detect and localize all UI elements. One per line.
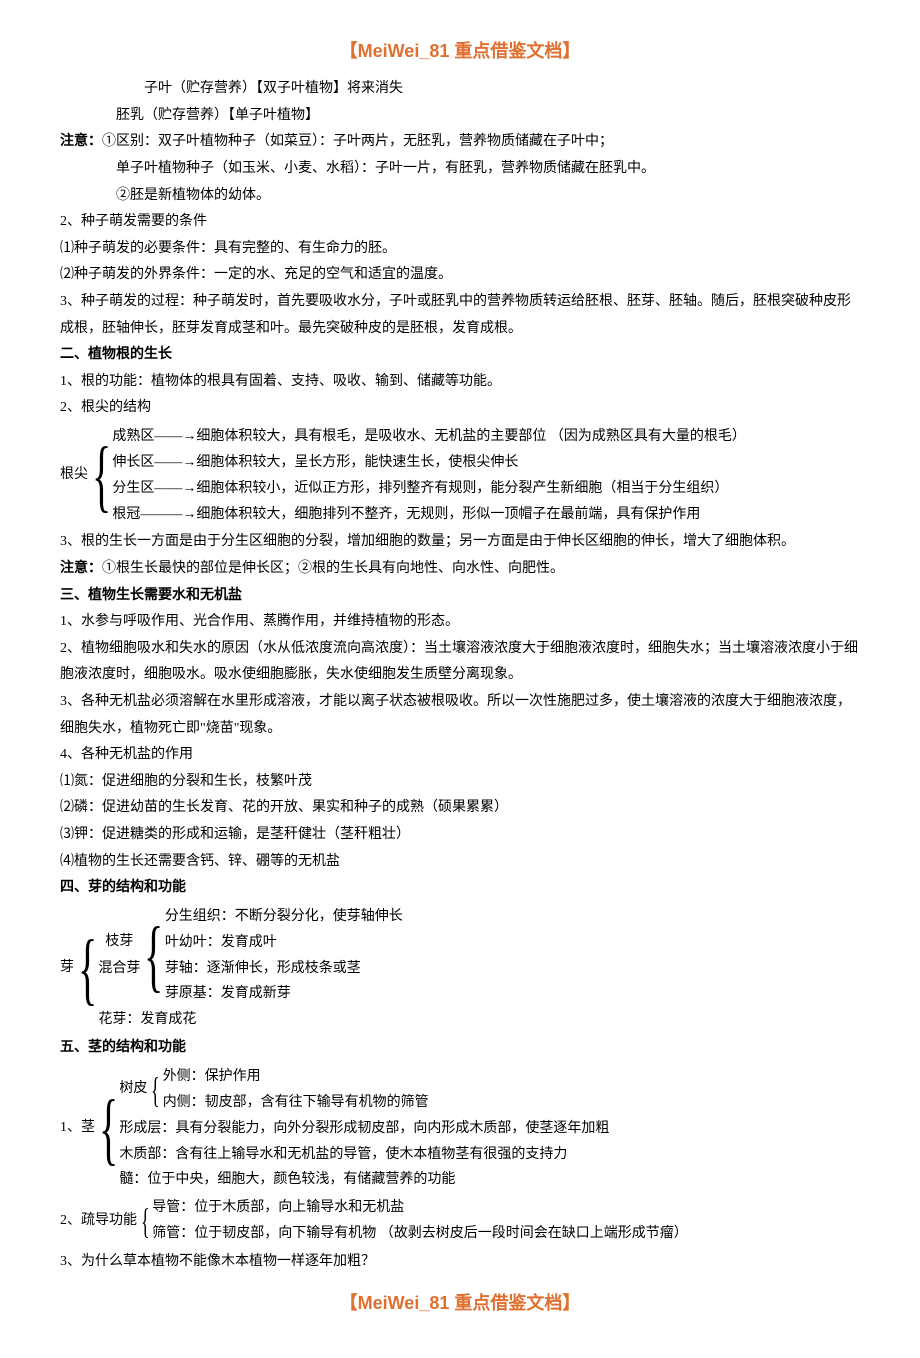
text-line: 外侧：保护作用 [163, 1064, 860, 1090]
text-line: 2、植物细胞吸水和失水的原因（水从低浓度流向高浓度）：当土壤溶液浓度大于细胞液浓… [60, 636, 860, 689]
page-footer: 【MeiWei_81 重点借鉴文档】 [60, 1286, 860, 1320]
text-line: 叶幼叶：发育成叶 [165, 930, 860, 956]
brace-icon: { [78, 904, 97, 1033]
text-line: 4、各种无机盐的作用 [60, 742, 860, 769]
brace-icon: { [141, 1195, 150, 1247]
text-line: ⑷植物的生长还需要含钙、锌、硼等的无机盐 [60, 849, 860, 876]
text-line: 筛管：位于韧皮部，向下输导有机物 （故剥去树皮后一段时间会在缺口上端形成节瘤） [152, 1221, 860, 1247]
section-heading: 四、芽的结构和功能 [60, 875, 860, 902]
text-line: ⑴种子萌发的必要条件：具有完整的、有生命力的胚。 [60, 236, 860, 263]
brace-icon: { [99, 1064, 118, 1193]
section-heading: 二、植物根的生长 [60, 342, 860, 369]
bark-label: 树皮 [119, 1064, 151, 1116]
text-line: 根冠———→细胞体积较大，细胞排列不整齐，无规则，形似一顶帽子在最前端，具有保护… [112, 502, 860, 528]
text-line: 分生区——→细胞体积较小，近似正方形，排列整齐有规则，能分裂产生新细胞（相当于分… [112, 476, 860, 502]
section-heading: 五、茎的结构和功能 [60, 1035, 860, 1062]
text-line: 胚乳（贮存营养）【单子叶植物】 [60, 103, 860, 130]
bud-structure: 芽 { 枝芽 混合芽 { 分生组织：不断分裂分化，使芽轴伸长 叶幼叶：发育成叶 … [60, 904, 860, 1033]
text-line: 3、种子萌发的过程：种子萌发时，首先要吸收水分，子叶或胚乳中的营养物质转运给胚根… [60, 289, 860, 342]
note-line: 注意：①区别：双子叶植物种子（如菜豆）：子叶两片，无胚乳，营养物质储藏在子叶中； [60, 129, 860, 156]
note-line: 注意：①根生长最快的部位是伸长区；②根的生长具有向地性、向水性、向肥性。 [60, 556, 860, 583]
text-line: 3、为什么草本植物不能像木本植物一样逐年加粗？ [60, 1249, 860, 1276]
bud-branch-label: 枝芽 [105, 929, 133, 956]
text-line: 芽轴：逐渐伸长，形成枝条或茎 [165, 956, 860, 982]
text-line: 2、根尖的结构 [60, 395, 860, 422]
text-line: 单子叶植物种子（如玉米、小麦、水稻）：子叶一片，有胚乳，营养物质储藏在胚乳中。 [60, 156, 860, 183]
text-line: ②胚是新植物体的幼体。 [60, 183, 860, 210]
text-line: 伸长区——→细胞体积较大，呈长方形，能快速生长，使根尖伸长 [112, 450, 860, 476]
stem-structure: 1、茎 { 树皮 { 外侧：保护作用 内侧：韧皮部，含有往下输导有机物的筛管 形… [60, 1064, 860, 1193]
text-line: 形成层：具有分裂能力，向外分裂形成韧皮部，向内形成木质部，使茎逐年加粗 [119, 1116, 860, 1142]
text-line: 1、根的功能：植物体的根具有固着、支持、吸收、输到、储藏等功能。 [60, 369, 860, 396]
brace-icon: { [151, 1064, 160, 1116]
brace-icon: { [144, 904, 163, 1008]
text-line: ⑵种子萌发的外界条件：一定的水、充足的空气和适宜的温度。 [60, 262, 860, 289]
transport-function: 2、疏导功能 { 导管：位于木质部，向上输导水和无机盐 筛管：位于韧皮部，向下输… [60, 1195, 860, 1247]
brace-icon: { [92, 424, 111, 528]
bracket-label: 2、疏导功能 [60, 1195, 141, 1247]
note-text: ①根生长最快的部位是伸长区；②根的生长具有向地性、向水性、向肥性。 [102, 561, 564, 576]
text-line: 3、各种无机盐必须溶解在水里形成溶液，才能以离子状态被根吸收。所以一次性施肥过多… [60, 689, 860, 742]
text-line: 分生组织：不断分裂分化，使芽轴伸长 [165, 904, 860, 930]
text-line: 1、水参与呼吸作用、光合作用、蒸腾作用，并维持植物的形态。 [60, 609, 860, 636]
text-line: ⑵磷：促进幼苗的生长发育、花的开放、果实和种子的成熟（硕果累累） [60, 795, 860, 822]
note-label: 注意： [60, 134, 102, 149]
text-line: 导管：位于木质部，向上输导水和无机盐 [152, 1195, 860, 1221]
text-line: ⑶钾：促进糖类的形成和运输，是茎秆健壮（茎秆粗壮） [60, 822, 860, 849]
note-label: 注意： [60, 561, 102, 576]
text-line: 木质部：含有往上输导水和无机盐的导管，使木本植物茎有很强的支持力 [119, 1142, 860, 1168]
text-line: 内侧：韧皮部，含有往下输导有机物的筛管 [163, 1090, 860, 1116]
text-line: 3、根的生长一方面是由于分生区细胞的分裂，增加细胞的数量；另一方面是由于伸长区细… [60, 529, 860, 556]
page-header: 【MeiWei_81 重点借鉴文档】 [60, 34, 860, 68]
text-line: 芽原基：发育成新芽 [165, 981, 860, 1007]
bracket-label: 1、茎 [60, 1064, 99, 1193]
text-line: 成熟区——→细胞体积较大，具有根毛，是吸收水、无机盐的主要部位 （因为成熟区具有… [112, 424, 860, 450]
bracket-label: 芽 [60, 904, 78, 1033]
note-text: ①区别：双子叶植物种子（如菜豆）：子叶两片，无胚乳，营养物质储藏在子叶中； [102, 134, 613, 149]
root-tip-structure: 根尖 { 成熟区——→细胞体积较大，具有根毛，是吸收水、无机盐的主要部位 （因为… [60, 424, 860, 528]
text-line: 髓：位于中央，细胞大，颜色较浅，有储藏营养的功能 [119, 1167, 860, 1193]
text-line: 2、种子萌发需要的条件 [60, 209, 860, 236]
text-line: 子叶（贮存营养）【双子叶植物】将来消失 [60, 76, 860, 103]
bracket-label: 根尖 [60, 424, 92, 528]
text-line: ⑴氮：促进细胞的分裂和生长，枝繁叶茂 [60, 769, 860, 796]
bud-mixed-label: 混合芽 [98, 956, 140, 983]
section-heading: 三、植物生长需要水和无机盐 [60, 583, 860, 610]
text-line: 花芽：发育成花 [98, 1007, 860, 1033]
